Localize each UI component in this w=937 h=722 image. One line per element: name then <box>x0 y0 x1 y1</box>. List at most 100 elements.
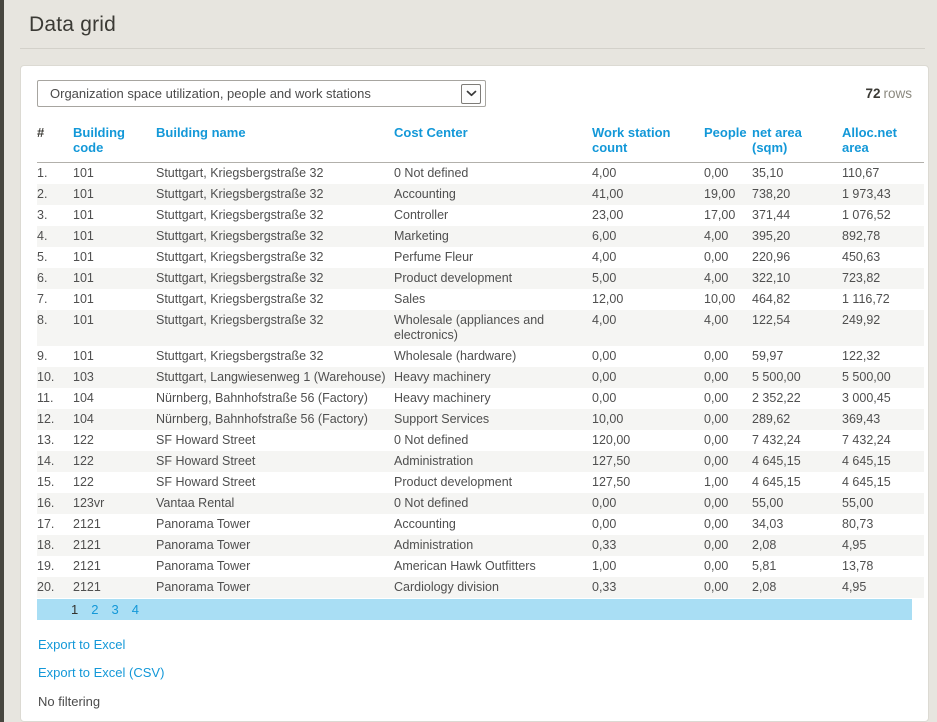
filtering-status: No filtering <box>38 694 912 709</box>
table-cell: 4 645,15 <box>842 472 924 493</box>
table-row: 2.101Stuttgart, Kriegsbergstraße 32Accou… <box>37 184 924 205</box>
table-cell: 13,78 <box>842 556 924 577</box>
column-header-work-station-count[interactable]: Work station count <box>592 125 704 163</box>
table-cell: 11. <box>37 388 73 409</box>
table-cell: 1,00 <box>704 472 752 493</box>
table-row: 14.122SF Howard StreetAdministration127,… <box>37 451 924 472</box>
table-cell: Accounting <box>394 514 592 535</box>
table-cell: 7 432,24 <box>752 430 842 451</box>
table-cell: 41,00 <box>592 184 704 205</box>
table-cell: 0 Not defined <box>394 430 592 451</box>
table-cell: 0,00 <box>592 493 704 514</box>
table-cell: 7 432,24 <box>842 430 924 451</box>
table-cell: Nürnberg, Bahnhofstraße 56 (Factory) <box>156 388 394 409</box>
table-body: 1.101Stuttgart, Kriegsbergstraße 320 Not… <box>37 163 924 599</box>
table-cell: 4,00 <box>704 226 752 247</box>
row-count-value: 72 <box>865 86 880 101</box>
table-cell: 1 076,52 <box>842 205 924 226</box>
table-cell: 122 <box>73 451 156 472</box>
page-number-3[interactable]: 3 <box>111 602 118 617</box>
table-row: 19.2121Panorama TowerAmerican Hawk Outfi… <box>37 556 924 577</box>
table-cell: 110,67 <box>842 163 924 185</box>
table-cell: Marketing <box>394 226 592 247</box>
table-cell: 9. <box>37 346 73 367</box>
column-header-people[interactable]: People <box>704 125 752 163</box>
table-cell: 369,43 <box>842 409 924 430</box>
table-cell: Nürnberg, Bahnhofstraße 56 (Factory) <box>156 409 394 430</box>
chevron-down-icon[interactable] <box>461 84 481 104</box>
page-number-4[interactable]: 4 <box>132 602 139 617</box>
table-cell: 0,00 <box>704 493 752 514</box>
table-cell: 122,54 <box>752 310 842 346</box>
column-header-net-area[interactable]: net area (sqm) <box>752 125 842 163</box>
table-row: 4.101Stuttgart, Kriegsbergstraße 32Marke… <box>37 226 924 247</box>
table-header-row: #Building codeBuilding nameCost CenterWo… <box>37 125 924 163</box>
table-cell: 220,96 <box>752 247 842 268</box>
table-cell: 464,82 <box>752 289 842 310</box>
table-row: 5.101Stuttgart, Kriegsbergstraße 32Perfu… <box>37 247 924 268</box>
table-cell: 6,00 <box>592 226 704 247</box>
table-cell: 5,81 <box>752 556 842 577</box>
table-cell: Panorama Tower <box>156 577 394 598</box>
table-cell: Stuttgart, Kriegsbergstraße 32 <box>156 268 394 289</box>
table-cell: 738,20 <box>752 184 842 205</box>
table-cell: 0,00 <box>704 430 752 451</box>
table-cell: 80,73 <box>842 514 924 535</box>
table-cell: 10,00 <box>592 409 704 430</box>
table-cell: 0,33 <box>592 535 704 556</box>
table-cell: 2,08 <box>752 535 842 556</box>
table-cell: 19. <box>37 556 73 577</box>
table-cell: 0,00 <box>592 346 704 367</box>
table-cell: 104 <box>73 409 156 430</box>
table-cell: 892,78 <box>842 226 924 247</box>
table-cell: 1 973,43 <box>842 184 924 205</box>
table-cell: 289,62 <box>752 409 842 430</box>
table-cell: 0,00 <box>704 163 752 185</box>
table-row: 9.101Stuttgart, Kriegsbergstraße 32Whole… <box>37 346 924 367</box>
report-selector[interactable]: Organization space utilization, people a… <box>37 80 486 107</box>
table-cell: 1,00 <box>592 556 704 577</box>
column-header-cost-center[interactable]: Cost Center <box>394 125 592 163</box>
table-cell: 2121 <box>73 556 156 577</box>
table-cell: 10,00 <box>704 289 752 310</box>
table-cell: 4 645,15 <box>752 472 842 493</box>
table-cell: Wholesale (hardware) <box>394 346 592 367</box>
data-grid-table: #Building codeBuilding nameCost CenterWo… <box>37 125 924 598</box>
table-cell: Heavy machinery <box>394 367 592 388</box>
page-number-2[interactable]: 2 <box>91 602 98 617</box>
title-divider <box>20 48 925 49</box>
table-cell: 0,00 <box>592 367 704 388</box>
table-cell: 23,00 <box>592 205 704 226</box>
page-number-1: 1 <box>71 602 78 617</box>
table-cell: Administration <box>394 451 592 472</box>
column-header-building-name[interactable]: Building name <box>156 125 394 163</box>
table-cell: Product development <box>394 268 592 289</box>
table-cell: 101 <box>73 289 156 310</box>
table-row: 7.101Stuttgart, Kriegsbergstraße 32Sales… <box>37 289 924 310</box>
table-row: 3.101Stuttgart, Kriegsbergstraße 32Contr… <box>37 205 924 226</box>
table-cell: Cardiology division <box>394 577 592 598</box>
table-cell: 2121 <box>73 514 156 535</box>
table-cell: 4,00 <box>592 163 704 185</box>
table-cell: 0,00 <box>704 409 752 430</box>
table-cell: 19,00 <box>704 184 752 205</box>
export-csv-link[interactable]: Export to Excel (CSV) <box>38 665 912 680</box>
table-cell: American Hawk Outfitters <box>394 556 592 577</box>
column-header-building-code[interactable]: Building code <box>73 125 156 163</box>
table-cell: 1 116,72 <box>842 289 924 310</box>
table-cell: 5. <box>37 247 73 268</box>
table-cell: 120,00 <box>592 430 704 451</box>
table-cell: 10. <box>37 367 73 388</box>
table-cell: 0,00 <box>592 514 704 535</box>
table-cell: Stuttgart, Kriegsbergstraße 32 <box>156 226 394 247</box>
column-header-alloc-net-area[interactable]: Alloc.net area <box>842 125 924 163</box>
table-cell: 0,00 <box>704 451 752 472</box>
table-cell: 2121 <box>73 535 156 556</box>
page-title: Data grid <box>4 0 937 37</box>
table-cell: 4,00 <box>592 247 704 268</box>
table-cell: 4,00 <box>704 268 752 289</box>
table-cell: 101 <box>73 247 156 268</box>
toolbar: Organization space utilization, people a… <box>37 80 912 107</box>
export-excel-link[interactable]: Export to Excel <box>38 637 912 652</box>
table-cell: 0,00 <box>704 535 752 556</box>
